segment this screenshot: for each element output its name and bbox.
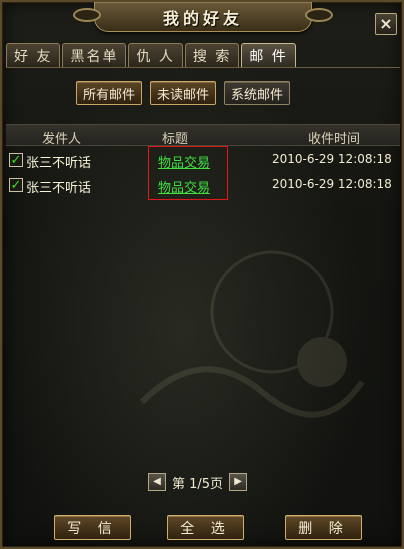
mail-row[interactable]: ✓ 张三不听话 物品交易 2010-6-29 12:08:18 [6, 175, 400, 197]
tab-bar: 好 友 黑名单 仇 人 搜 索 邮 件 [6, 43, 296, 67]
mail-received-time: 2010-6-29 12:08:18 [272, 152, 392, 166]
window-title: 我的好友 [162, 8, 243, 28]
tab-search[interactable]: 搜 索 [184, 43, 240, 67]
tab-friends[interactable]: 好 友 [6, 43, 61, 67]
header-time[interactable]: 收件时间 [308, 128, 360, 147]
mail-row[interactable]: ✓ 张三不听话 物品交易 2010-6-29 12:08:18 [6, 150, 400, 172]
mail-received-time: 2010-6-29 12:08:18 [272, 177, 392, 191]
delete-button[interactable]: 删 除 [285, 515, 362, 540]
check-icon: ✓ [10, 177, 22, 193]
unread-mail-button[interactable]: 未读邮件 [150, 81, 217, 105]
title-banner: 我的好友 [73, 2, 333, 32]
pagination: ◀ 第 1/5页 ▶ [148, 472, 248, 492]
tab-divider [6, 67, 400, 68]
mail-subject-link[interactable]: 物品交易 [158, 152, 210, 171]
close-button[interactable]: × [375, 13, 397, 35]
header-subject[interactable]: 标题 [162, 128, 188, 147]
row-checkbox[interactable]: ✓ [9, 153, 23, 167]
mail-subject-link[interactable]: 物品交易 [158, 177, 210, 196]
background-ornament [139, 250, 365, 418]
write-mail-button[interactable]: 写 信 [54, 515, 131, 540]
mail-table-header: 发件人 标题 收件时间 [6, 124, 400, 147]
banner-ornament-left [73, 8, 101, 22]
check-icon: ✓ [10, 152, 22, 168]
tab-mail[interactable]: 邮 件 [241, 43, 296, 67]
row-checkbox[interactable]: ✓ [9, 178, 23, 192]
next-page-button[interactable]: ▶ [229, 473, 248, 491]
banner-ornament-right [305, 8, 333, 22]
mail-filter-bar: 所有邮件 未读邮件 系统邮件 [76, 81, 291, 105]
triangle-right-icon: ▶ [234, 476, 242, 487]
select-all-button[interactable]: 全 选 [167, 515, 244, 540]
all-mail-button[interactable]: 所有邮件 [76, 81, 143, 105]
tab-blacklist[interactable]: 黑名单 [62, 43, 127, 67]
system-mail-button[interactable]: 系统邮件 [224, 81, 291, 105]
header-sender[interactable]: 发件人 [42, 128, 81, 147]
close-icon: × [379, 14, 393, 33]
prev-page-button[interactable]: ◀ [148, 473, 166, 491]
mail-sender: 张三不听话 [26, 156, 92, 171]
mail-sender: 张三不听话 [26, 181, 92, 196]
page-indicator: 第 1/5页 [172, 476, 224, 492]
tab-enemies[interactable]: 仇 人 [128, 43, 183, 67]
triangle-left-icon: ◀ [153, 476, 161, 487]
friends-window: 我的好友 × 好 友 黑名单 仇 人 搜 索 邮 件 所有邮件 未读邮件 系统邮… [0, 0, 404, 549]
